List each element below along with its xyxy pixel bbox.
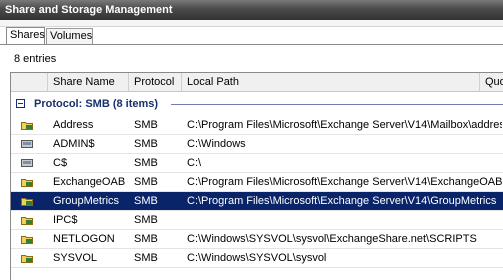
protocol: SMB	[134, 138, 158, 150]
column-header-local-path[interactable]: Local Path	[182, 73, 480, 91]
admin-share-icon	[21, 139, 33, 149]
local-path: C:\Program Files\Microsoft\Exchange Serv…	[187, 176, 502, 188]
table-row[interactable]: ExchangeOAB SMB C:\Program Files\Microsoft…	[11, 173, 503, 192]
local-path: C:\	[187, 157, 202, 169]
local-path: C:\Windows\SYSVOL\sysvol	[187, 252, 327, 264]
share-name: ExchangeOAB	[53, 176, 126, 188]
local-path: C:\Windows	[187, 138, 246, 150]
group-label: Protocol: SMB (8 items)	[34, 98, 159, 110]
share-name: NETLOGON	[53, 233, 115, 245]
protocol: SMB	[134, 157, 158, 169]
local-path: C:\Windows\SYSVOL\sysvol\ExchangeShare.n…	[187, 233, 477, 245]
protocol: SMB	[134, 176, 158, 188]
title-separator	[0, 20, 503, 27]
table-row[interactable]: NETLOGON SMB C:\Windows\SYSVOL\sysvol\Exch…	[11, 230, 503, 249]
group-separator-line	[171, 104, 503, 105]
column-header-row: Share Name Protocol Local Path Quo	[11, 73, 503, 92]
share-name: Address	[53, 119, 94, 131]
column-header-quota[interactable]: Quo	[480, 73, 503, 91]
local-path: C:\Program Files\Microsoft\Exchange Serv…	[187, 119, 502, 131]
protocol: SMB	[134, 214, 158, 226]
protocol: SMB	[134, 252, 158, 264]
local-path: C:\Program Files\Microsoft\Exchange Serv…	[187, 195, 497, 207]
group-header-smb[interactable]: Protocol: SMB (8 items)	[11, 95, 503, 113]
table-row[interactable]: Address SMB C:\Program Files\Microsoft\Exc…	[11, 116, 503, 135]
column-header-share-name[interactable]: Share Name	[48, 73, 129, 91]
column-header-icon[interactable]	[11, 73, 48, 91]
shares-list[interactable]: Share Name Protocol Local Path Quo Proto…	[10, 72, 503, 280]
share-name: C$	[53, 157, 68, 169]
share-folder-icon	[21, 253, 33, 263]
share-folder-icon	[21, 120, 33, 130]
tab-volumes[interactable]: Volumes	[46, 28, 93, 44]
share-name: SYSVOL	[53, 252, 98, 264]
protocol: SMB	[134, 119, 158, 131]
table-row[interactable]: C$ SMB C:\	[11, 154, 503, 173]
share-folder-icon	[21, 177, 33, 187]
table-row[interactable]: GroupMetrics SMB C:\Program Files\Microsof…	[11, 192, 503, 211]
share-folder-icon	[21, 215, 33, 225]
table-row[interactable]: SYSVOL SMB C:\Windows\SYSVOL\sysvol	[11, 249, 503, 268]
column-header-protocol[interactable]: Protocol	[129, 73, 182, 91]
share-name: GroupMetrics	[53, 195, 120, 207]
share-folder-icon	[21, 234, 33, 244]
share-name: ADMIN$	[53, 138, 95, 150]
table-row[interactable]: IPC$ SMB	[11, 211, 503, 230]
collapse-icon[interactable]	[16, 99, 25, 108]
window-title: Share and Storage Management	[0, 0, 503, 20]
entries-count: 8 entries	[14, 53, 57, 65]
tab-divider	[0, 44, 503, 45]
share-folder-icon	[21, 196, 33, 206]
protocol: SMB	[134, 233, 158, 245]
share-name: IPC$	[53, 214, 78, 226]
admin-share-icon	[21, 158, 33, 168]
table-row[interactable]: ADMIN$ SMB C:\Windows	[11, 135, 503, 154]
tab-shares[interactable]: Shares	[6, 27, 45, 45]
protocol: SMB	[134, 195, 158, 207]
